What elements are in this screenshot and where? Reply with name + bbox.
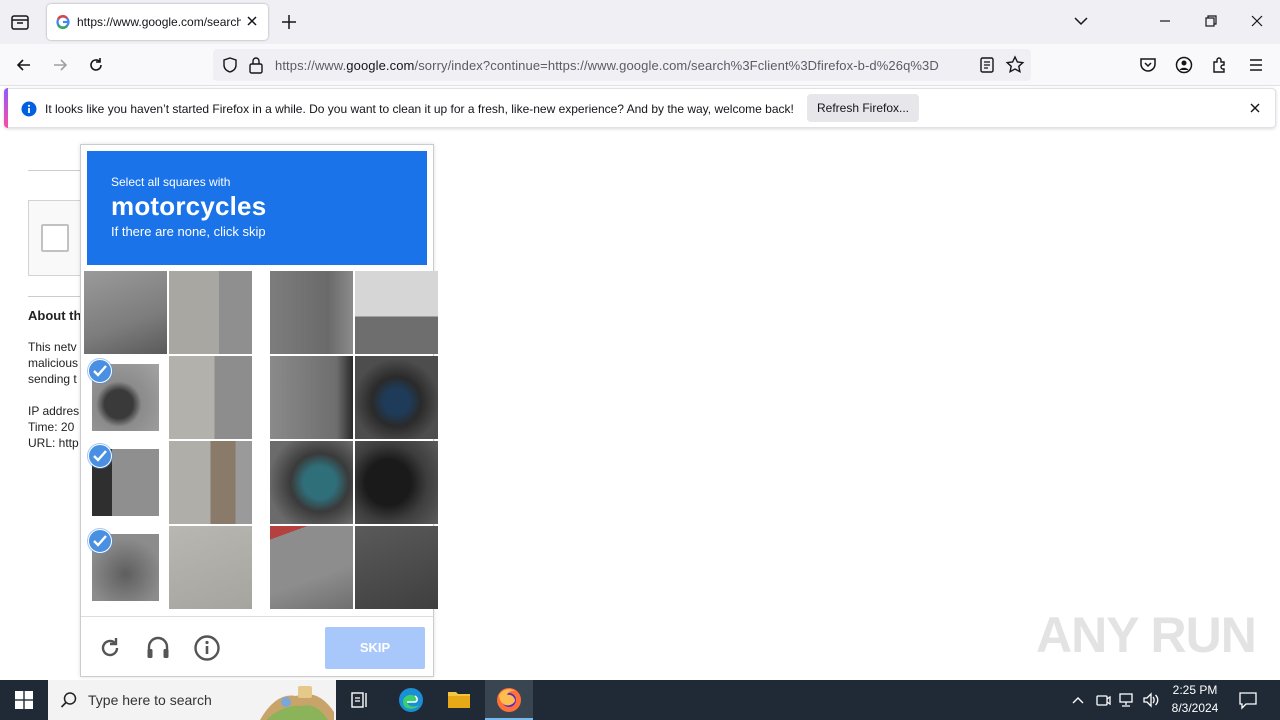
firefox-icon [496, 687, 522, 713]
minimize-icon[interactable] [1158, 14, 1172, 28]
divider [28, 170, 83, 171]
paragraph-line: malicious [28, 356, 79, 370]
network-icon[interactable] [1118, 691, 1136, 709]
pocket-icon[interactable] [1138, 55, 1158, 75]
task-view-icon[interactable] [350, 690, 370, 710]
image-tile[interactable] [270, 356, 353, 439]
about-heading: About th [28, 308, 82, 323]
chevron-down-icon[interactable] [1072, 14, 1090, 28]
meet-now-icon[interactable] [1095, 691, 1111, 709]
clock-time[interactable]: 2:25 PM [1164, 683, 1226, 697]
file-explorer-icon[interactable] [447, 688, 471, 710]
search-icon [60, 691, 78, 709]
url-line: URL: http [28, 436, 79, 450]
close-window-icon[interactable] [1250, 14, 1264, 28]
audio-challenge-icon[interactable] [145, 634, 171, 662]
search-highlight-illustration-icon [256, 682, 336, 720]
time-line: Time: 20 [28, 420, 75, 434]
tab-title: https://www.google.com/search [77, 15, 241, 29]
reload-challenge-icon[interactable] [97, 635, 123, 661]
instruction-hint: If there are none, click skip [111, 224, 266, 239]
navigation-toolbar: https://www.google.com/sorry/index?conti… [0, 44, 1280, 86]
instruction-text: Select all squares with [111, 175, 231, 189]
close-notification-icon[interactable] [1248, 101, 1262, 115]
selected-check-icon [88, 444, 112, 468]
selected-check-icon [88, 359, 112, 383]
google-favicon-icon [56, 15, 70, 29]
firefox-taskbar-button[interactable] [485, 680, 533, 720]
image-tile[interactable] [169, 441, 252, 524]
anyrun-watermark: ANY RUN [1036, 607, 1257, 663]
image-tile[interactable] [169, 356, 252, 439]
tracking-protection-shield-icon[interactable] [221, 56, 239, 74]
url-text[interactable]: https://www.google.com/sorry/index?conti… [275, 58, 971, 73]
paragraph-line: sending t [28, 372, 77, 386]
notifications-icon[interactable] [1238, 690, 1258, 710]
paragraph-line: This netv [28, 340, 77, 354]
image-tile[interactable] [84, 271, 167, 354]
recaptcha-challenge: Select all squares with motorcycles If t… [80, 144, 438, 677]
menu-hamburger-icon[interactable] [1246, 55, 1266, 75]
edge-browser-icon[interactable] [398, 687, 424, 713]
tab-strip: https://www.google.com/search [0, 0, 1280, 44]
reload-icon[interactable] [86, 55, 106, 75]
selected-check-icon [88, 529, 112, 553]
account-icon[interactable] [1174, 55, 1194, 75]
target-object-label: motorcycles [111, 191, 267, 221]
lock-icon[interactable] [248, 56, 264, 74]
bookmark-star-icon[interactable] [1005, 55, 1025, 75]
challenge-header: Select all squares with motorcycles If t… [87, 151, 427, 265]
volume-icon[interactable] [1142, 691, 1160, 709]
extensions-icon[interactable] [1210, 55, 1230, 75]
firefox-refresh-notification: It looks like you haven’t started Firefo… [4, 88, 1276, 128]
notification-accent-bar [4, 88, 8, 128]
list-all-tabs-icon[interactable] [8, 10, 32, 34]
image-tile[interactable] [270, 441, 353, 524]
refresh-firefox-button[interactable]: Refresh Firefox... [807, 94, 919, 122]
skip-button[interactable]: SKIP [325, 627, 425, 669]
windows-start-icon[interactable] [15, 691, 33, 709]
reader-view-icon[interactable] [978, 56, 996, 74]
image-tile[interactable] [355, 271, 438, 354]
url-bar[interactable]: https://www.google.com/sorry/index?conti… [213, 49, 1031, 81]
chevron-up-icon[interactable] [1071, 693, 1085, 707]
help-info-icon[interactable] [193, 634, 221, 662]
clock-date[interactable]: 8/3/2024 [1164, 701, 1226, 715]
tab-google-search[interactable]: https://www.google.com/search [47, 4, 268, 40]
restore-icon[interactable] [1204, 14, 1218, 28]
search-placeholder: Type here to search [88, 692, 212, 708]
new-tab-icon[interactable] [280, 13, 298, 31]
challenge-footer: SKIP [81, 616, 433, 676]
info-icon [21, 101, 37, 117]
back-icon[interactable] [14, 55, 34, 75]
divider [28, 296, 83, 297]
image-tile[interactable] [169, 526, 252, 609]
ip-address-line: IP addres [28, 404, 80, 418]
image-tile[interactable] [355, 356, 438, 439]
image-tile[interactable] [169, 271, 252, 354]
forward-icon[interactable] [50, 55, 70, 75]
image-tile[interactable] [270, 271, 353, 354]
notification-message: It looks like you haven’t started Firefo… [45, 102, 794, 116]
taskbar-search-box[interactable]: Type here to search [48, 680, 336, 720]
image-tile[interactable] [355, 441, 438, 524]
image-tile[interactable] [270, 526, 353, 609]
recaptcha-checkbox[interactable] [41, 224, 69, 252]
windows-taskbar: Type here to search 2:25 PM 8/3/2024 [0, 680, 1280, 720]
recaptcha-anchor-box [28, 200, 84, 276]
close-tab-icon[interactable] [245, 14, 259, 28]
image-tile[interactable] [355, 526, 438, 609]
